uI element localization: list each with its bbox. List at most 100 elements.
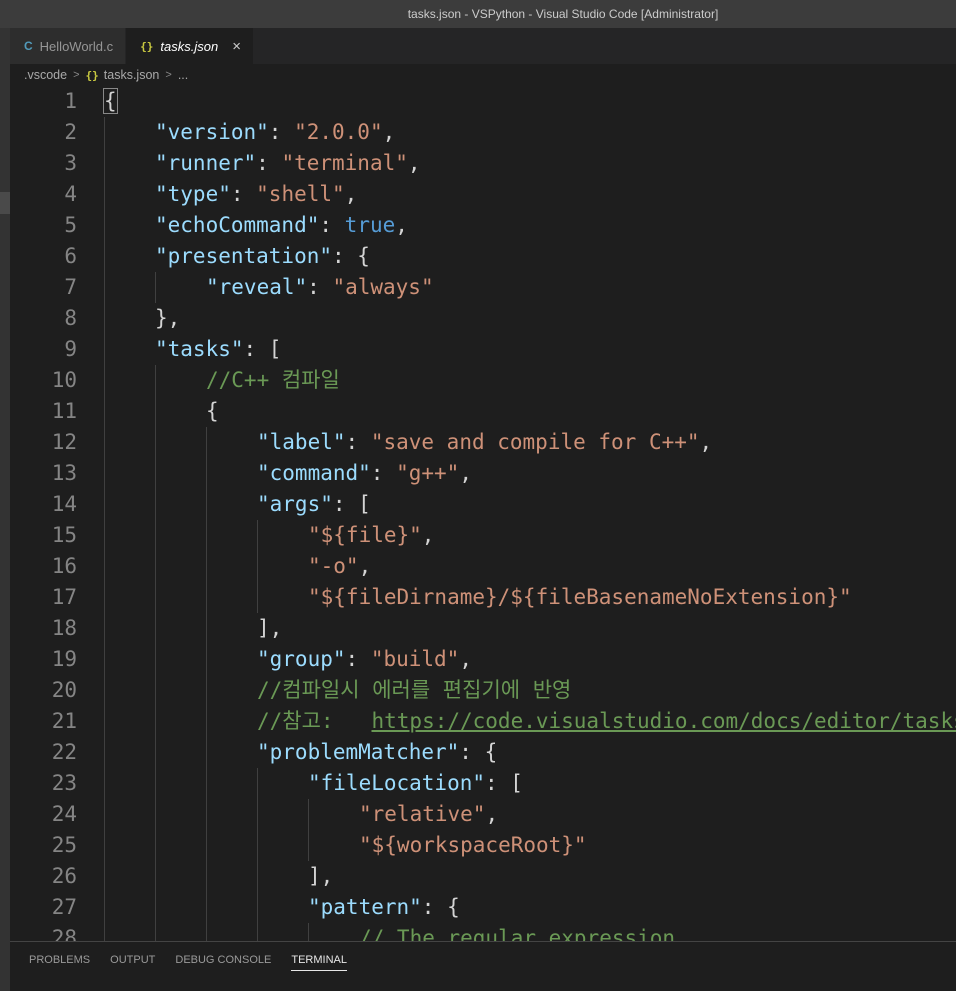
line-number: 3 [64,151,77,175]
tab-problems[interactable]: PROBLEMS [29,954,90,971]
code-token: , [421,523,435,547]
code-editor[interactable]: 1 {2 "version": "2.0.0", 3 "runner": "termin… [10,86,956,941]
code-line[interactable]: "-o", [308,551,371,582]
breadcrumb-folder[interactable]: .vscode [24,68,67,82]
c-file-icon: C [24,39,33,53]
window-title: tasks.json - VSPython - Visual Studio Co… [407,7,719,21]
code-token: "relative" [359,802,486,826]
code-token: , [459,461,472,485]
code-token: : { [332,244,370,268]
code-token: : [ [332,492,371,516]
code-token: "args" [257,492,333,516]
code-token: "pattern" [308,895,422,919]
tab-label: HelloWorld.c [39,38,114,54]
line-number: 4 [64,182,77,206]
code-line[interactable]: ], [308,861,333,892]
code-token: "reveal" [206,275,308,299]
indent-guide [257,520,258,613]
line-number: 19 [51,647,77,671]
code-line[interactable]: "version": "2.0.0", [155,117,395,148]
code-line[interactable]: //컴파일시 에러를 편집기에 반영 [257,675,571,706]
editor-tab-bar: C HelloWorld.c {} tasks.json × [10,28,956,64]
code-line[interactable]: "pattern": { [308,892,460,923]
code-line[interactable]: "args": [ [257,489,371,520]
line-number: 6 [64,244,77,268]
code-line[interactable]: // The regular expression [359,923,675,941]
code-token: , [344,182,358,206]
activity-bar [0,28,10,991]
close-icon[interactable]: × [232,38,241,55]
code-line[interactable]: "problemMatcher": { [257,737,497,768]
code-token: : [370,461,397,485]
json-file-icon: {} [85,68,99,82]
code-line[interactable]: //참고: https://code.visualstudio.com/docs… [257,706,956,737]
line-number: 27 [51,895,77,919]
code-token: , [485,802,499,826]
code-line[interactable]: "echoCommand": true, [155,210,408,241]
breadcrumb-more[interactable]: ... [178,68,188,82]
code-line[interactable]: "type": "shell", [155,179,357,210]
line-number: 14 [51,492,77,516]
code-link[interactable]: https://code.visualstudio.com/docs/edito… [372,709,956,733]
json-file-icon: {} [140,39,154,53]
code-line[interactable]: ], [257,613,282,644]
code-token: , [459,647,472,671]
tab-tasks-json[interactable]: {} tasks.json × [126,28,254,64]
code-line[interactable]: "label": "save and compile for C++", [257,427,712,458]
code-line[interactable]: "tasks": [ [155,334,281,365]
line-number: 24 [51,802,77,826]
code-line[interactable]: "presentation": { [155,241,370,272]
code-token: : [ [243,337,282,361]
code-line[interactable]: { [206,396,219,427]
code-token: , [699,430,713,454]
code-token: //참고: [257,709,372,733]
tab-output[interactable]: OUTPUT [110,954,155,971]
code-token: "tasks" [155,337,244,361]
code-line[interactable]: "group": "build", [257,644,472,675]
code-token: "terminal" [281,151,408,175]
code-token: "echoCommand" [155,213,320,237]
code-token: : [230,182,257,206]
line-number: 2 [64,120,77,144]
code-line[interactable]: "relative", [359,799,498,830]
indent-guide [155,272,156,303]
code-line[interactable]: { [103,86,118,117]
code-token: ], [308,864,334,888]
line-number: 23 [51,771,77,795]
panel-tab-bar: PROBLEMS OUTPUT DEBUG CONSOLE TERMINAL [29,954,347,971]
code-line[interactable]: "reveal": "always" [206,272,434,303]
line-number: 5 [64,213,77,237]
tab-terminal[interactable]: TERMINAL [291,954,347,971]
code-line[interactable]: }, [155,303,180,334]
code-token: { [206,399,219,423]
code-token: "build" [370,647,460,671]
tab-helloworld-c[interactable]: C HelloWorld.c [10,28,127,64]
code-token: : [307,275,333,299]
code-line[interactable]: "fileLocation": [ [308,768,523,799]
code-token: "always" [332,275,434,299]
code-token: , [382,120,396,144]
line-number: 9 [64,337,77,361]
line-number: 25 [51,833,77,857]
line-number: 16 [51,554,77,578]
code-token: "presentation" [155,244,333,268]
code-line[interactable]: "${file}", [308,520,434,551]
code-token: : [345,430,371,454]
code-token: "group" [257,647,346,671]
line-number: 21 [51,709,77,733]
code-token: //C++ 컴파일 [206,368,340,392]
code-line[interactable]: //C++ 컴파일 [206,365,340,396]
code-token: "problemMatcher" [257,740,460,764]
code-line[interactable]: "${workspaceRoot}" [359,830,587,861]
code-token: "command" [257,461,371,485]
window-titlebar: tasks.json - VSPython - Visual Studio Co… [0,0,956,28]
breadcrumb-file[interactable]: tasks.json [104,68,160,82]
chevron-right-icon: > [165,69,172,81]
code-line[interactable]: "runner": "terminal", [155,148,421,179]
tab-debug-console[interactable]: DEBUG CONSOLE [175,954,271,971]
activity-bar-indicator [0,192,10,214]
indent-guide [206,427,207,941]
code-token: : [345,647,371,671]
code-line[interactable]: "${fileDirname}/${fileBasenameNoExtensio… [308,582,852,613]
code-line[interactable]: "command": "g++", [257,458,472,489]
